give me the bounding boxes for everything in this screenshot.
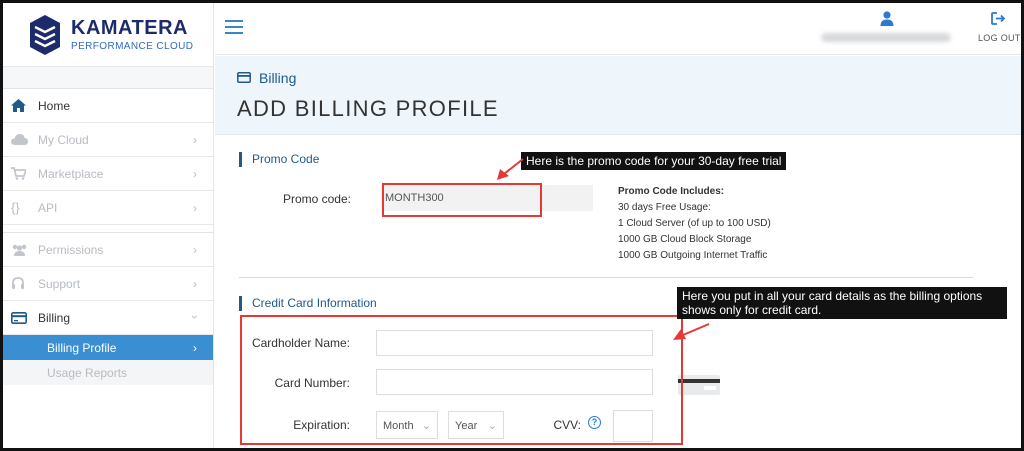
- sidebar-subitem-label: Billing Profile: [47, 340, 117, 355]
- sidebar-spacer: [3, 67, 213, 89]
- sidebar-item-permissions[interactable]: Permissions ›: [3, 233, 213, 267]
- sidebar-item-label: API: [38, 200, 58, 215]
- promo-code-highlight: [382, 183, 542, 217]
- sidebar-item-label: Permissions: [38, 242, 104, 257]
- sidebar-item-label: My Cloud: [38, 132, 89, 147]
- users-icon: [11, 244, 33, 256]
- sidebar-item-label: Home: [38, 98, 71, 113]
- sidebar-item-home[interactable]: Home: [3, 89, 213, 123]
- chevron-right-icon: ›: [193, 133, 197, 147]
- sidebar-subitem-label: Usage Reports: [47, 365, 128, 380]
- sidebar-subitem-usage-reports[interactable]: Usage Reports: [3, 360, 213, 385]
- sidebar-item-api[interactable]: {} API ›: [3, 191, 213, 225]
- sidebar-subitem-billing-profile[interactable]: Billing Profile ›: [3, 335, 213, 360]
- promo-include-item: 1000 GB Outgoing Internet Traffic: [618, 250, 768, 261]
- card-annotation-line: Here you put in all your card details as…: [682, 289, 983, 303]
- chevron-right-icon: ›: [193, 277, 197, 291]
- promo-include-item: 30 days Free Usage:: [618, 202, 711, 213]
- card-annotation-callout: Here you put in all your card details as…: [677, 287, 1007, 319]
- promo-include-item: 1000 GB Cloud Block Storage: [618, 234, 752, 245]
- cart-icon: [11, 167, 33, 180]
- promo-annotation-callout: Here is the promo code for your 30-day f…: [521, 152, 787, 170]
- chevron-right-icon: ›: [193, 201, 197, 215]
- promo-includes: Promo Code Includes: 30 days Free Usage:…: [618, 184, 771, 264]
- headset-icon: [11, 276, 33, 291]
- card-icon: [11, 311, 33, 324]
- sidebar: KAMATERA PERFORMANCE CLOUD Home My Cloud…: [3, 3, 214, 448]
- hamburger-icon[interactable]: [225, 20, 243, 34]
- sidebar-item-support[interactable]: Support ›: [3, 267, 213, 301]
- sidebar-item-my-cloud[interactable]: My Cloud ›: [3, 123, 213, 157]
- chevron-down-icon: ›: [188, 315, 202, 319]
- section-divider: [239, 277, 973, 278]
- promo-section-title: Promo Code: [239, 152, 319, 167]
- sidebar-item-marketplace[interactable]: Marketplace ›: [3, 157, 213, 191]
- home-icon: [11, 99, 33, 112]
- chevron-right-icon: ›: [193, 167, 197, 181]
- card-icon: [237, 70, 251, 86]
- promo-includes-title: Promo Code Includes:: [618, 186, 725, 197]
- promo-code-label: Promo code:: [282, 192, 351, 206]
- brand-name: KAMATERA: [71, 16, 188, 39]
- page-title: ADD BILLING PROFILE: [237, 96, 499, 121]
- sidebar-item-label: Support: [38, 276, 81, 291]
- billing-form: Promo Code Promo code: MONTH300 Promo Co…: [215, 136, 1021, 448]
- sidebar-item-label: Billing: [38, 310, 71, 325]
- promo-include-item: 1 Cloud Server (of up to 100 USD): [618, 218, 771, 229]
- kamatera-logo-icon: [30, 14, 60, 55]
- breadcrumb: Billing: [237, 70, 296, 86]
- card-annotation-line: shows only for credit card.: [682, 303, 822, 317]
- promo-annotation-arrow: [497, 158, 524, 180]
- page-header: Billing ADD BILLING PROFILE: [215, 56, 1021, 135]
- cloud-icon: [11, 134, 33, 145]
- credit-card-highlight: [240, 315, 683, 445]
- breadcrumb-billing[interactable]: Billing: [259, 70, 296, 86]
- sidebar-item-billing[interactable]: Billing ›: [3, 301, 213, 335]
- credit-card-icon: [678, 375, 720, 395]
- logout-button[interactable]: LOG OUT: [978, 33, 1021, 43]
- chevron-right-icon: ›: [193, 243, 197, 257]
- topbar: LOG OUT: [215, 3, 1021, 55]
- code-braces-icon: {}: [11, 200, 20, 215]
- logo[interactable]: KAMATERA PERFORMANCE CLOUD: [3, 3, 213, 67]
- user-icon[interactable]: [880, 11, 894, 31]
- chevron-right-icon: ›: [193, 341, 197, 355]
- credit-card-section-title: Credit Card Information: [239, 296, 377, 311]
- sidebar-divider: [3, 225, 213, 233]
- brand-tagline: PERFORMANCE CLOUD: [71, 40, 194, 52]
- card-annotation-arrow: [673, 323, 710, 340]
- user-name-redacted: [821, 33, 951, 42]
- sidebar-item-label: Marketplace: [38, 166, 104, 181]
- logout-icon[interactable]: [991, 12, 1006, 30]
- screenshot-frame: KAMATERA PERFORMANCE CLOUD Home My Cloud…: [0, 0, 1024, 451]
